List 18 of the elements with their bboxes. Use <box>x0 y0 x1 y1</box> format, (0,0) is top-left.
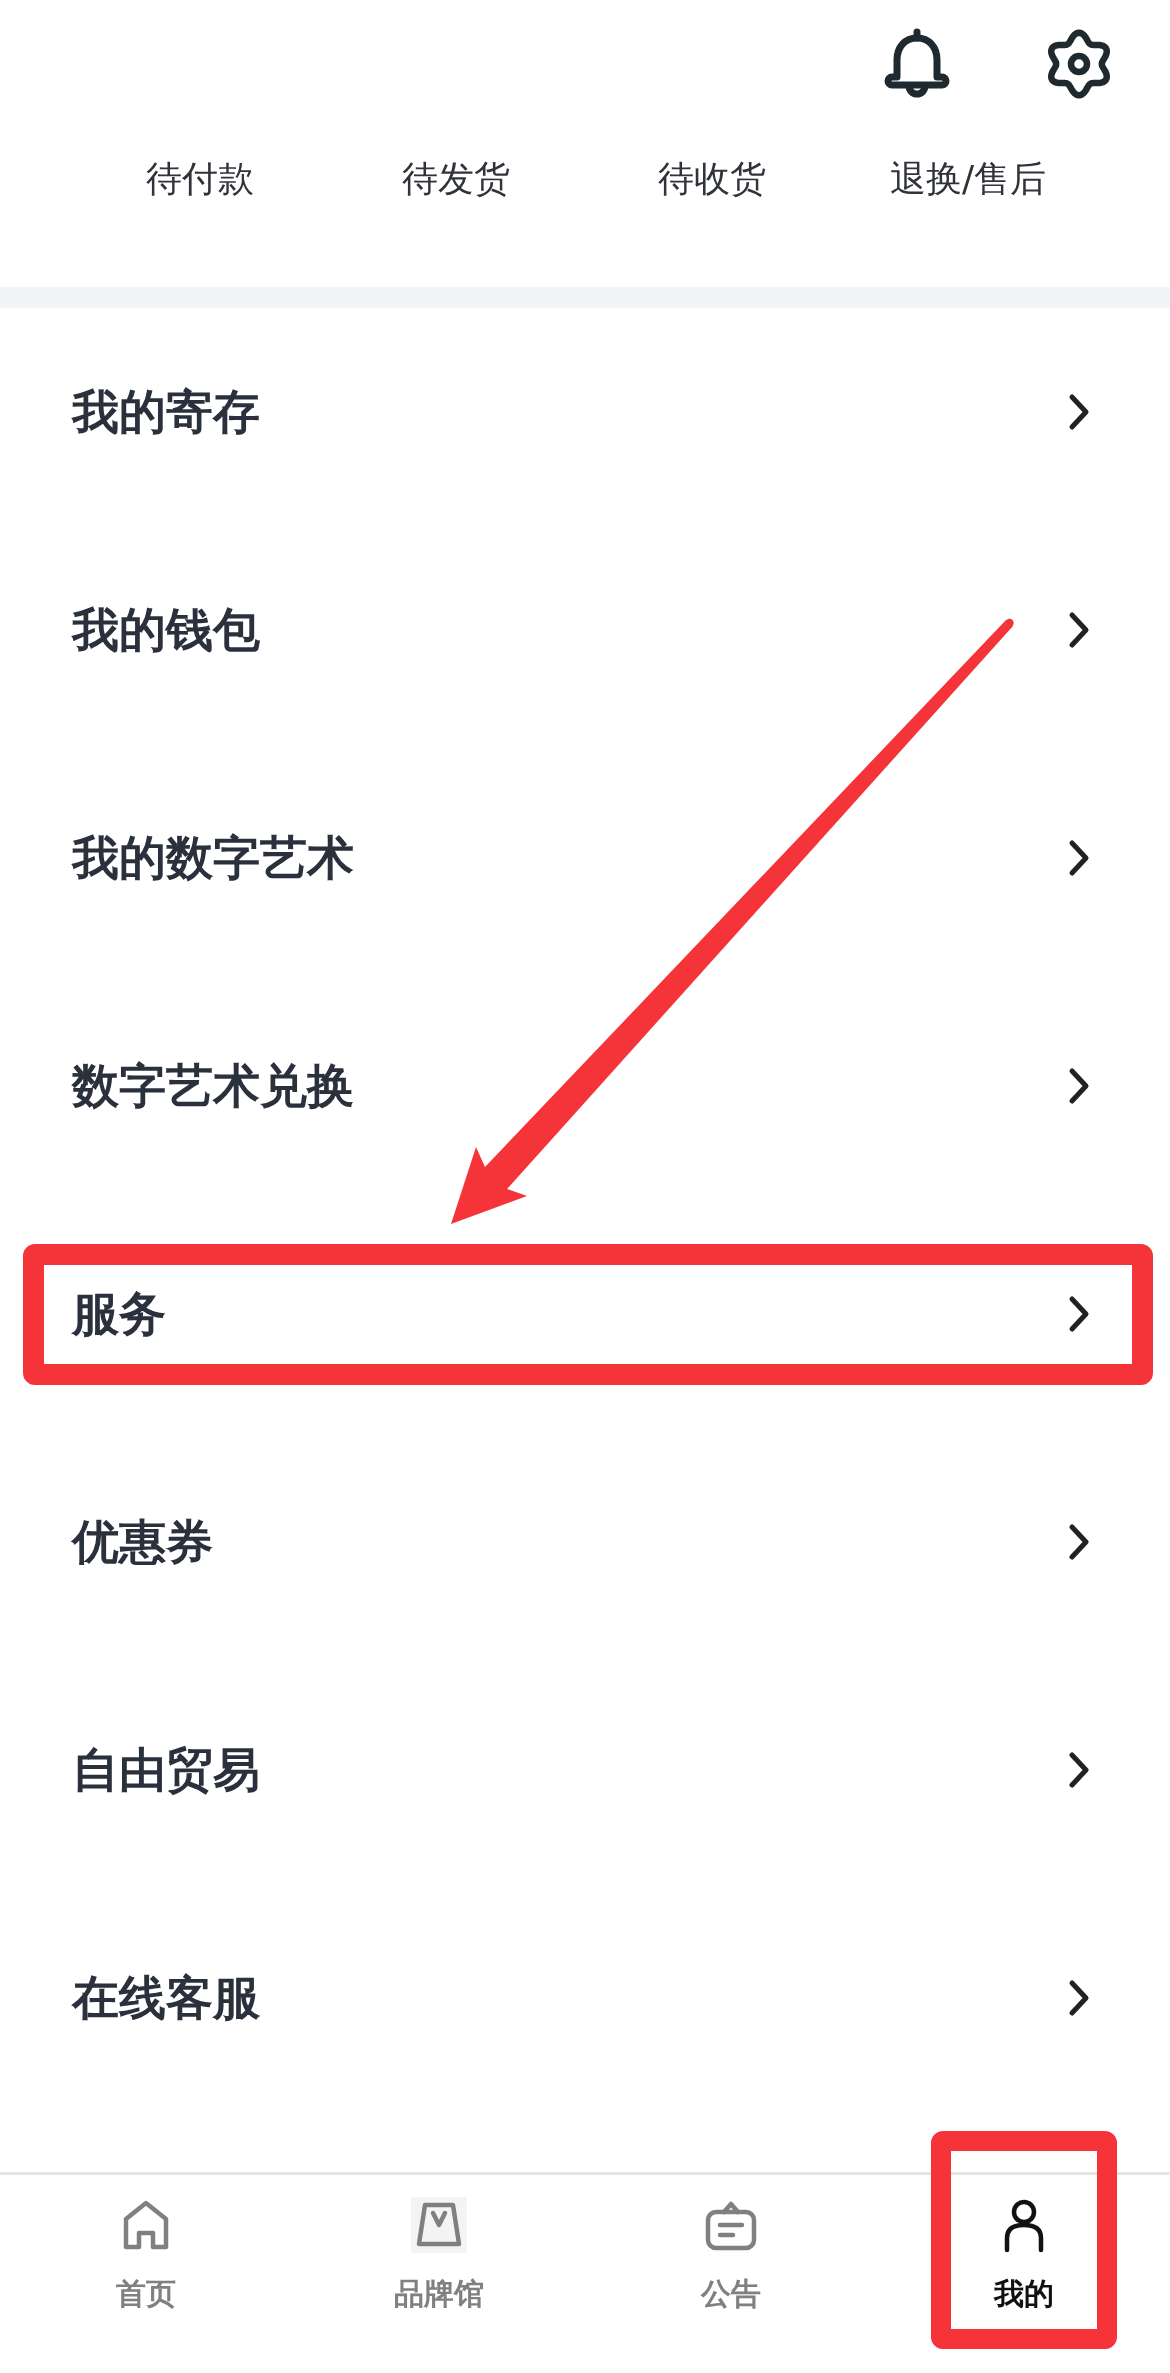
order-status-label[interactable]: 待收货 <box>658 158 766 200</box>
chevron-right-icon <box>1068 1067 1090 1105</box>
menu-item[interactable]: 服务 <box>23 1243 1153 1385</box>
tab-bar-item[interactable]: 我的 <box>930 2131 1117 2349</box>
order-status-label[interactable]: 待付款 <box>146 158 254 200</box>
chevron-right-icon <box>1068 1295 1090 1333</box>
tab-bar-item[interactable]: 公告 <box>638 2131 825 2349</box>
chevron-right-icon <box>1068 1523 1090 1561</box>
chevron-right-icon <box>1068 1979 1090 2017</box>
chevron-right-icon <box>1068 393 1090 431</box>
tab-bar-item[interactable]: 品牌馆 <box>345 2131 532 2349</box>
order-status-label[interactable]: 待发货 <box>402 158 510 200</box>
order-status-label[interactable]: 退换/售后 <box>889 158 1047 200</box>
bag-icon <box>410 2197 467 2253</box>
chevron-right-icon <box>1068 1751 1090 1789</box>
chevron-right-icon <box>1068 611 1090 649</box>
chevron-right-icon <box>1068 839 1090 877</box>
tab-bar-item[interactable]: 首页 <box>53 2131 240 2349</box>
